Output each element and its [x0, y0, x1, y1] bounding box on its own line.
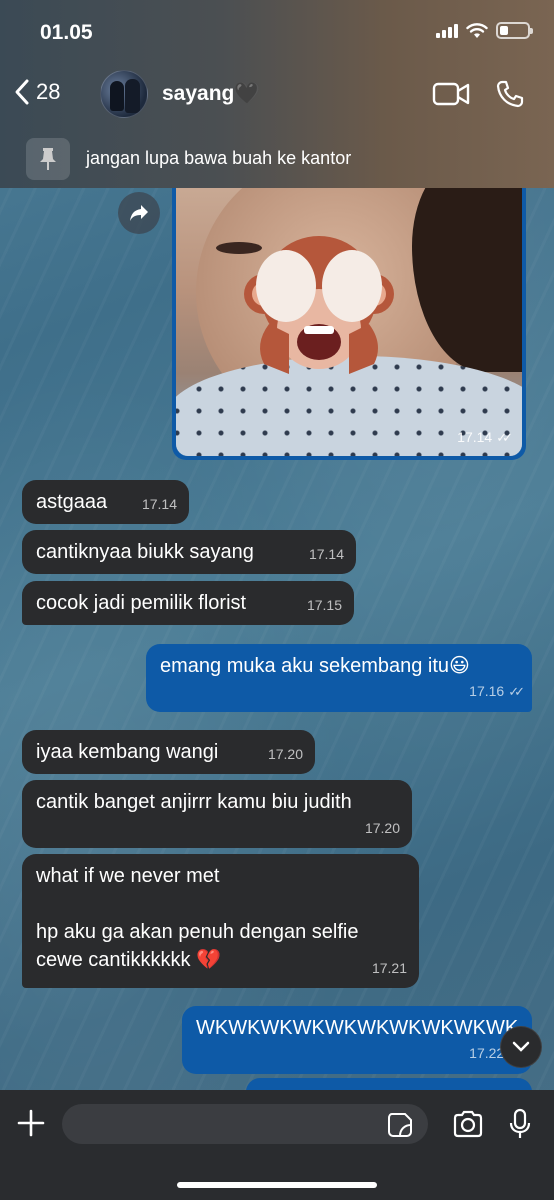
message-time: 17.14 — [141, 496, 177, 512]
status-time: 01.05 — [40, 21, 93, 44]
forward-icon — [130, 205, 148, 221]
incoming-message[interactable]: iyaa kembang wangi 17.20 — [22, 730, 315, 774]
chevron-left-icon — [15, 79, 29, 105]
incoming-message[interactable]: cantiknyaa biukk sayang 17.14 — [22, 530, 356, 574]
pin-button[interactable] — [26, 138, 70, 180]
message-input-bar — [0, 1090, 554, 1200]
plus-icon[interactable] — [16, 1108, 46, 1138]
message-time: 17.20 — [364, 820, 400, 836]
outgoing-message[interactable]: emang muka aku sekembang itu😃 17.16 ✓✓ — [146, 644, 532, 712]
unread-count: 28 — [36, 79, 61, 104]
pinned-message-bar[interactable]: jangan lupa bawa buah ke kantor — [0, 132, 554, 188]
avatar-figure — [110, 81, 124, 111]
selfie-photo[interactable]: 17.14 ✓✓ — [176, 188, 522, 456]
message-text: cocok jadi pemilik florist — [36, 592, 247, 614]
pinned-message-text: jangan lupa bawa buah ke kantor — [86, 148, 352, 168]
video-call-icon[interactable] — [432, 81, 470, 107]
status-icons — [436, 22, 533, 39]
outgoing-message[interactable]: WKWKWKWKWKWKWKWKWKWK 17.22✓✓ — [182, 1006, 532, 1074]
cellular-signal-icon — [436, 23, 458, 38]
scroll-to-bottom-button[interactable] — [500, 1026, 542, 1068]
chevron-down-icon — [512, 1041, 530, 1052]
message-time: 17.20 — [267, 746, 303, 762]
status-bar: 01.05 — [0, 0, 554, 62]
incoming-message[interactable]: cantik banget anjirrr kamu biu judith 17… — [22, 780, 412, 848]
see-no-evil-monkey-emoji — [244, 236, 394, 374]
incoming-message[interactable]: cocok jadi pemilik florist 17.15 — [22, 581, 354, 625]
photo-message[interactable]: 17.14 ✓✓ — [172, 188, 526, 460]
pin-icon — [40, 148, 56, 170]
battery-icon — [496, 22, 533, 39]
message-time: 17.14 — [308, 546, 344, 562]
camera-icon[interactable] — [452, 1110, 484, 1138]
message-text: iyaa kembang wangi — [36, 741, 219, 763]
outgoing-message[interactable] — [246, 1078, 532, 1090]
contact-avatar[interactable] — [100, 70, 148, 118]
message-text: WKWKWKWKWKWKWKWKWKWK — [196, 1017, 519, 1039]
sticker-icon[interactable] — [387, 1112, 413, 1138]
top-bar: 01.05 28 sayang🖤 jangan lupa bawa buah k… — [0, 0, 554, 188]
contact-name[interactable]: sayang🖤 — [162, 82, 261, 106]
microphone-icon[interactable] — [508, 1108, 532, 1140]
phone-icon[interactable] — [496, 80, 524, 108]
message-text: cantiknyaa biukk sayang — [36, 541, 254, 563]
forward-button[interactable] — [118, 192, 160, 234]
call-actions — [432, 80, 524, 108]
chat-header: 28 sayang🖤 — [0, 66, 554, 124]
back-button[interactable]: 28 — [14, 78, 60, 106]
message-input[interactable] — [62, 1104, 428, 1144]
incoming-message[interactable]: astgaaa 17.14 — [22, 480, 189, 524]
message-text: emang muka aku sekembang itu😃 — [160, 655, 470, 677]
message-time: 17.14 ✓✓ — [457, 429, 513, 445]
read-ticks-icon: ✓✓ — [508, 684, 525, 699]
home-indicator — [177, 1182, 377, 1188]
message-text: astgaaa — [36, 491, 108, 513]
avatar-figure — [125, 79, 140, 113]
message-list[interactable]: 17.14 ✓✓ astgaaa 17.14 cantiknyaa biukk s… — [0, 188, 554, 1090]
message-time: 17.16 ✓✓ — [469, 683, 525, 699]
message-text: cantik banget anjirrr kamu biu judith — [36, 791, 352, 813]
wifi-icon — [466, 22, 488, 38]
incoming-message[interactable]: what if we never met hp aku ga akan penu… — [22, 854, 419, 988]
message-time: 17.21 — [371, 960, 407, 976]
message-text: what if we never met — [36, 865, 220, 887]
message-text: hp aku ga akan penuh dengan selfie — [36, 921, 359, 943]
read-ticks-icon: ✓✓ — [496, 430, 513, 445]
message-text: cewe cantikkkkkk 💔 — [36, 949, 221, 971]
message-time: 17.15 — [306, 597, 342, 613]
